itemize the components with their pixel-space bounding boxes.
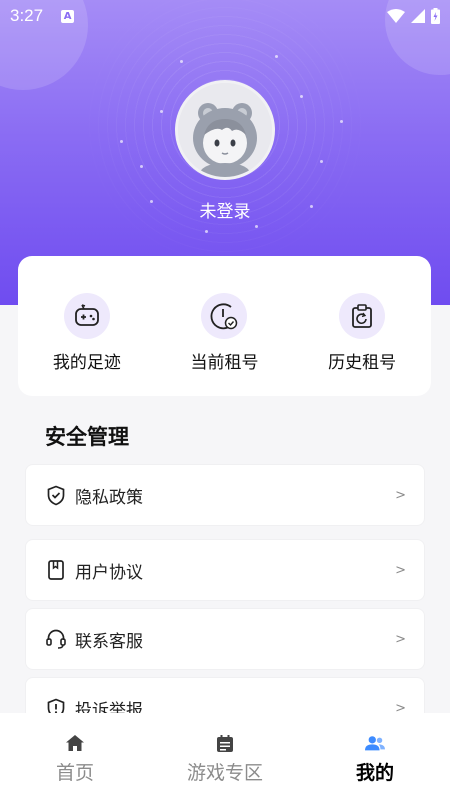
quick-action-current-rental[interactable]: 当前租号 (169, 293, 279, 373)
tab-label: 游戏专区 (186, 762, 263, 784)
bottom-tab-bar: 首页 游戏专区 我的 (0, 713, 450, 800)
tab-label: 首页 (55, 762, 94, 784)
menu-item-customer-service[interactable]: 联系客服 > (25, 608, 425, 670)
document-icon (45, 559, 67, 581)
tab-home[interactable]: 首页 (0, 713, 150, 800)
avatar[interactable] (175, 80, 275, 180)
quick-action-rental-history[interactable]: 历史租号 (307, 293, 417, 373)
quick-action-label: 历史租号 (328, 353, 397, 373)
chevron-right-icon: > (395, 631, 406, 647)
quick-icon-bg (339, 293, 386, 339)
tab-label: 我的 (355, 762, 394, 784)
wifi-icon (387, 9, 405, 23)
login-status-label[interactable]: 未登录 (0, 197, 450, 222)
quick-icon-bg (201, 293, 248, 339)
status-time: 3:27 (10, 6, 44, 25)
users-icon (365, 734, 385, 752)
chevron-right-icon: > (395, 562, 406, 578)
tab-mine[interactable]: 我的 (300, 713, 450, 800)
quick-action-label: 我的足迹 (52, 353, 121, 373)
shield-check-icon (45, 484, 67, 506)
menu-item-label: 用户协议 (75, 562, 143, 583)
headset-icon (45, 628, 67, 650)
signal-icon (411, 9, 425, 23)
status-indicator-a: A (61, 9, 75, 23)
tab-game-zone[interactable]: 游戏专区 (150, 713, 300, 800)
status-bar: 3:27 A (0, 0, 450, 32)
clock-check-icon (211, 303, 238, 330)
menu-item-label: 联系客服 (75, 631, 143, 652)
quick-action-footprints[interactable]: 我的足迹 (32, 293, 142, 373)
status-icons (387, 8, 440, 24)
home-icon (65, 734, 85, 752)
chevron-right-icon: > (395, 487, 406, 503)
calendar-icon (215, 734, 235, 752)
clipboard-refresh-icon (352, 304, 373, 328)
avatar-image (178, 83, 272, 177)
menu-item-privacy-policy[interactable]: 隐私政策 > (25, 464, 425, 526)
menu-item-user-agreement[interactable]: 用户协议 > (25, 539, 425, 601)
battery-icon (431, 8, 440, 24)
section-title-security: 安全管理 (45, 425, 129, 449)
menu-item-label: 隐私政策 (75, 487, 143, 508)
quick-action-label: 当前租号 (190, 353, 259, 373)
quick-actions-card: 我的足迹 当前租号 历史租号 (18, 256, 431, 396)
quick-icon-bg (63, 293, 110, 339)
gamepad-icon (74, 304, 99, 326)
